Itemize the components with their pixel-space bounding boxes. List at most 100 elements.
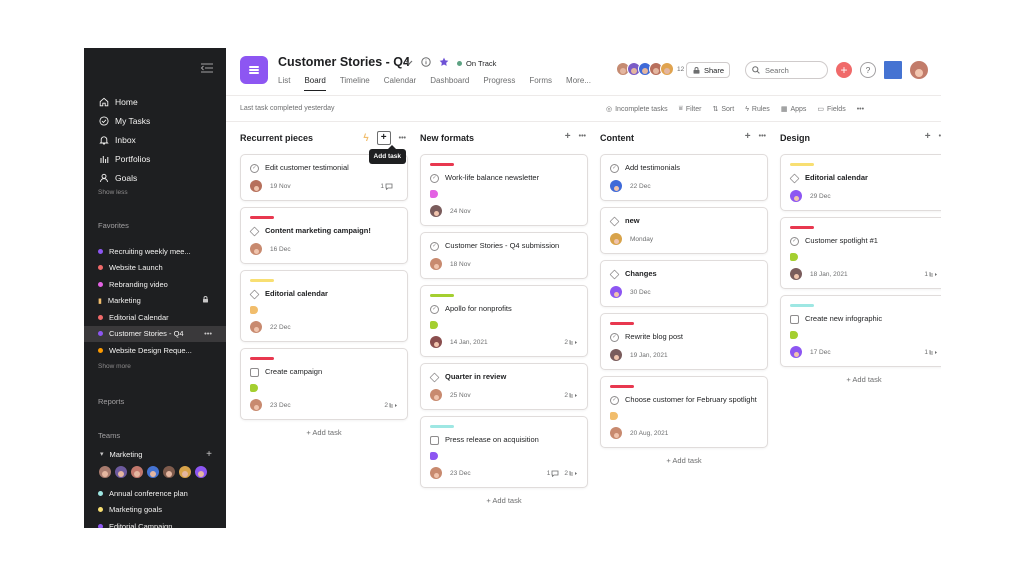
assignee-avatar[interactable] [250, 180, 262, 192]
milestone-icon[interactable] [609, 216, 620, 226]
caret-down-icon[interactable]: ▾ [100, 450, 104, 458]
milestone-icon[interactable] [609, 269, 620, 279]
more-options-icon[interactable]: ••• [399, 135, 406, 142]
assignee-avatar[interactable] [430, 336, 442, 348]
add-team-project-icon[interactable]: + [206, 449, 212, 460]
add-task-button[interactable]: + Add task [240, 428, 408, 437]
task-card[interactable]: Create new infographic 17 Dec 1 [780, 295, 941, 367]
task-card[interactable]: Changes 30 Dec [600, 260, 768, 307]
share-button[interactable]: Share [686, 62, 731, 78]
search-box[interactable] [745, 61, 828, 79]
member-avatar[interactable] [660, 62, 674, 76]
member-avatars[interactable]: 12 [616, 62, 684, 76]
assignee-avatar[interactable] [610, 233, 622, 245]
tab-list[interactable]: List [278, 76, 290, 91]
add-task-icon[interactable]: + [565, 131, 571, 142]
tab-more[interactable]: More... [566, 76, 591, 91]
more-options-icon[interactable]: ••• [857, 105, 864, 113]
assignee-avatar[interactable] [430, 467, 442, 479]
filter-button[interactable]: ⩸ Filter [679, 105, 702, 113]
add-task-icon[interactable]: + [925, 131, 931, 142]
add-task-icon[interactable]: + [745, 131, 751, 142]
quick-add-button[interactable]: + [836, 62, 852, 78]
assignee-avatar[interactable] [610, 286, 622, 298]
team-project-item[interactable]: Annual conference plan [84, 485, 226, 502]
member-avatar[interactable] [194, 465, 208, 479]
checkmark-icon[interactable]: ✓ [430, 241, 439, 251]
add-task-button[interactable]: + Add task [600, 456, 768, 465]
rules-button[interactable]: ϟ Rules [745, 105, 770, 113]
assignee-avatar[interactable] [430, 389, 442, 401]
task-card[interactable]: ✓ Apollo for nonprofits 14 Jan, 2021 2 [420, 285, 588, 357]
favorite-item[interactable]: Recruiting weekly mee... [84, 243, 226, 260]
tab-calendar[interactable]: Calendar [384, 76, 416, 91]
member-avatar[interactable] [146, 465, 160, 479]
show-more-link[interactable]: Show more [84, 363, 226, 370]
milestone-icon[interactable] [249, 289, 260, 299]
assignee-avatar[interactable] [250, 321, 262, 333]
more-options-icon[interactable]: ••• [759, 133, 766, 140]
favorite-item[interactable]: Website Launch [84, 260, 226, 277]
task-card[interactable]: Editorial calendar 29 Dec [780, 154, 941, 211]
show-less-link[interactable]: Show less [98, 189, 218, 196]
favorite-item[interactable]: ▮ Marketing [84, 293, 226, 310]
tab-board[interactable]: Board [304, 76, 326, 91]
project-title[interactable]: Customer Stories - Q4 [278, 55, 410, 69]
task-card[interactable]: Quarter in review 25 Nov 2 [420, 363, 588, 410]
approval-icon[interactable] [790, 314, 799, 324]
task-card[interactable]: new Monday [600, 207, 768, 254]
task-card[interactable]: Create campaign 23 Dec 2 [240, 348, 408, 420]
teams-heading[interactable]: Teams [98, 431, 120, 440]
favorite-item[interactable]: Rebranding video [84, 276, 226, 293]
assignee-avatar[interactable] [610, 180, 622, 192]
sidebar-item-goals[interactable]: Goals [98, 168, 218, 187]
more-options-icon[interactable]: ••• [939, 133, 941, 140]
member-avatar[interactable] [114, 465, 128, 479]
team-marketing[interactable]: ▾ Marketing + [84, 446, 226, 463]
checkmark-icon[interactable]: ✓ [250, 163, 259, 173]
tab-forms[interactable]: Forms [529, 76, 552, 91]
assignee-avatar[interactable] [790, 346, 802, 358]
apps-button[interactable]: ▦ Apps [781, 105, 807, 114]
column-title[interactable]: Design [780, 133, 810, 143]
team-member-avatars[interactable] [98, 465, 208, 479]
sidebar-item-home[interactable]: Home [98, 92, 218, 111]
assignee-avatar[interactable] [790, 190, 802, 202]
task-card[interactable]: Press release on acquisition 23 Dec 1 2 [420, 416, 588, 488]
lightning-icon[interactable]: ϟ [363, 133, 368, 144]
milestone-icon[interactable] [249, 226, 260, 236]
add-task-icon[interactable]: + [376, 131, 391, 145]
task-card[interactable]: ✓ Customer spotlight #1 18 Jan, 2021 1 [780, 217, 941, 289]
add-task-button[interactable]: + Add task [780, 375, 941, 384]
approval-icon[interactable] [430, 435, 439, 445]
tab-dashboard[interactable]: Dashboard [430, 76, 469, 91]
assignee-avatar[interactable] [250, 399, 262, 411]
favorite-item[interactable]: Editorial Calendar [84, 309, 226, 326]
assignee-avatar[interactable] [790, 268, 802, 280]
task-card[interactable]: ✓ Add testimonials 22 Dec [600, 154, 768, 201]
member-avatar[interactable] [98, 465, 112, 479]
task-card[interactable]: ✓ Work-life balance newsletter 24 Nov [420, 154, 588, 226]
favorite-item[interactable]: Customer Stories - Q4 ••• [84, 325, 226, 342]
chevron-down-icon[interactable] [405, 58, 413, 68]
team-project-item[interactable]: Marketing goals [84, 502, 226, 519]
info-icon[interactable] [421, 57, 431, 69]
sidebar-item-inbox[interactable]: Inbox [98, 130, 218, 149]
workspace-badge[interactable] [884, 61, 902, 79]
team-project-item[interactable]: Editorial Campaign [84, 518, 226, 528]
tab-progress[interactable]: Progress [483, 76, 515, 91]
column-title[interactable]: Content [600, 133, 634, 143]
fields-button[interactable]: ▭ Fields [817, 105, 845, 114]
milestone-icon[interactable] [789, 173, 800, 183]
checkmark-icon[interactable]: ✓ [610, 332, 619, 342]
star-icon[interactable] [439, 57, 449, 69]
search-input[interactable] [765, 65, 825, 75]
milestone-icon[interactable] [429, 372, 440, 382]
assignee-avatar[interactable] [610, 427, 622, 439]
collapse-sidebar-icon[interactable] [200, 63, 214, 76]
task-card[interactable]: ✓ Customer Stories - Q4 submission 18 Nov [420, 232, 588, 279]
help-button[interactable]: ? [860, 62, 876, 78]
tab-timeline[interactable]: Timeline [340, 76, 370, 91]
favorites-heading[interactable]: Favorites [98, 221, 218, 230]
column-title[interactable]: New formats [420, 133, 474, 143]
